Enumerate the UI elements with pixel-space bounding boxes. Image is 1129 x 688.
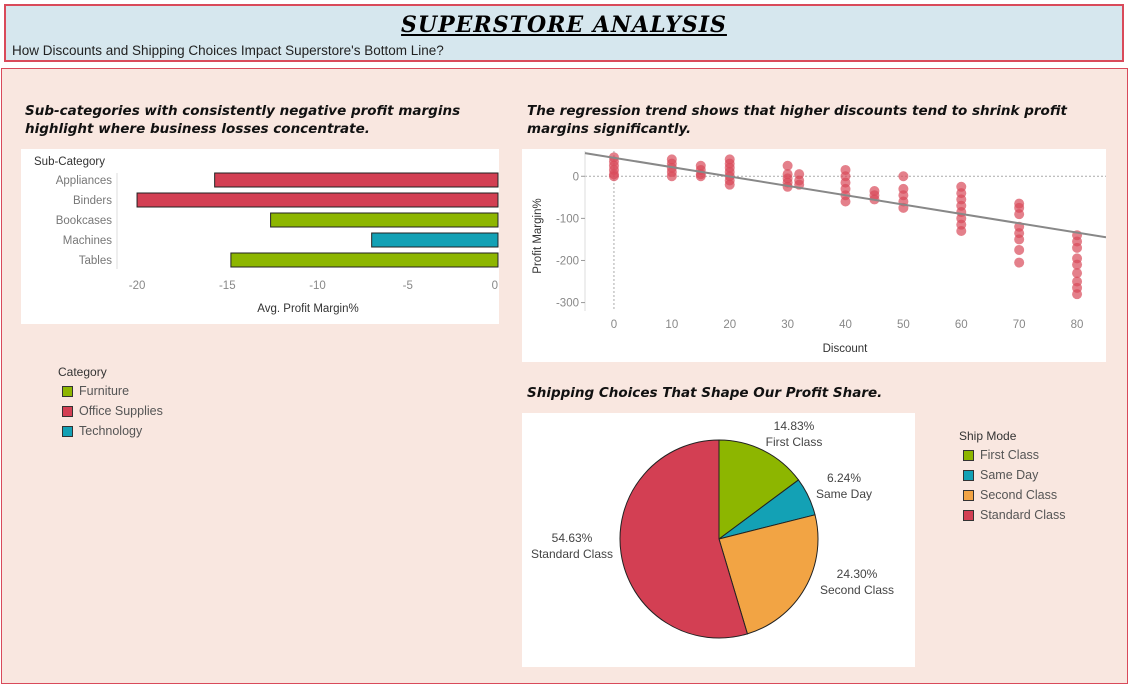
scatter-point bbox=[1014, 234, 1025, 245]
dashboard-header: SUPERSTORE ANALYSIS How Discounts and Sh… bbox=[4, 4, 1124, 62]
scatter-point bbox=[1014, 257, 1025, 268]
scatter-chart-caption: The regression trend shows that higher d… bbox=[527, 103, 1067, 137]
bar-x-axis-label: Avg. Profit Margin% bbox=[257, 303, 358, 315]
category-legend-title: Category bbox=[58, 365, 107, 379]
x-tick-label: 10 bbox=[665, 319, 678, 331]
bar-x-tick: -5 bbox=[403, 280, 413, 292]
bar-x-tick: -10 bbox=[309, 280, 326, 292]
pie-percent-label: 24.30% bbox=[837, 567, 878, 581]
shipmode-legend-label: Same Day bbox=[980, 468, 1039, 482]
shipmode-legend-title: Ship Mode bbox=[959, 429, 1017, 443]
category-legend-swatch bbox=[62, 425, 73, 437]
scatter-x-axis-label: Discount bbox=[823, 343, 869, 355]
y-tick-label: -300 bbox=[556, 298, 579, 310]
category-legend-item[interactable]: Furniture bbox=[62, 384, 129, 398]
bar-binders bbox=[136, 192, 499, 208]
scatter-y-axis-label: Profit Margin% bbox=[532, 198, 544, 273]
x-tick-label: 70 bbox=[1013, 319, 1026, 331]
shipmode-legend-swatch bbox=[963, 449, 974, 461]
shipmode-legend-label: Second Class bbox=[980, 488, 1058, 502]
x-tick-label: 20 bbox=[723, 319, 736, 331]
pie-percent-label: 6.24% bbox=[827, 471, 861, 485]
bar-x-tick: -15 bbox=[219, 280, 236, 292]
x-tick-label: 60 bbox=[955, 319, 968, 331]
bar-category-label: Tables bbox=[79, 255, 112, 267]
pie-category-label: Same Day bbox=[816, 487, 872, 501]
scatter-point bbox=[1072, 242, 1083, 253]
scatter-point bbox=[666, 171, 677, 182]
bar-category-label: Machines bbox=[63, 235, 112, 247]
scatter-chart-panel: 0 -100 -200 -300 0 10 20 30 40 50 60 70 80 Profit Mar… bbox=[522, 149, 1107, 362]
x-tick-label: 0 bbox=[611, 319, 617, 331]
category-legend-item[interactable]: Technology bbox=[62, 424, 142, 438]
pie-chart-caption: Shipping Choices That Shape Our Profit S… bbox=[527, 385, 883, 401]
scatter-point bbox=[608, 171, 619, 182]
shipmode-legend-item[interactable]: Same Day bbox=[963, 468, 1038, 482]
bar-machines bbox=[371, 232, 499, 248]
x-tick-label: 80 bbox=[1071, 319, 1084, 331]
scatter-chart: 0 -100 -200 -300 0 10 20 30 40 50 60 70 80 Profit Mar… bbox=[532, 151, 1107, 355]
shipmode-legend-swatch bbox=[963, 509, 974, 521]
scatter-point bbox=[956, 226, 967, 236]
category-legend-swatch bbox=[62, 385, 73, 397]
scatter-point bbox=[898, 171, 909, 182]
pie-category-label: First Class bbox=[766, 435, 823, 449]
shipmode-legend-item[interactable]: First Class bbox=[963, 448, 1039, 462]
scatter-point bbox=[1014, 209, 1025, 220]
bar-chart: Sub-Category Appliances Binders Bookcases Ma… bbox=[34, 156, 499, 315]
category-legend-item[interactable]: Office Supplies bbox=[62, 404, 163, 418]
bar-tables bbox=[230, 252, 499, 268]
shipmode-legend-swatch bbox=[963, 469, 974, 481]
scatter-point bbox=[724, 179, 735, 190]
bar-chart-panel: Sub-Category Appliances Binders Bookcases Ma… bbox=[21, 149, 499, 324]
pie-percent-label: 14.83% bbox=[774, 419, 815, 433]
bar-chart-caption: Sub-categories with consistently negativ… bbox=[25, 103, 461, 137]
bar-x-tick: 0 bbox=[492, 280, 498, 292]
pie-chart-panel: 14.83% First Class 6.24% Same Day 24.30% Seco… bbox=[522, 413, 915, 667]
dashboard-subtitle: How Discounts and Shipping Choices Impac… bbox=[12, 43, 444, 58]
shipmode-legend-label: First Class bbox=[980, 448, 1040, 462]
row-header: Sub-Category bbox=[34, 156, 105, 168]
y-tick-label: 0 bbox=[573, 171, 579, 183]
pie-category-label: Second Class bbox=[820, 583, 894, 597]
x-tick-label: 40 bbox=[839, 319, 852, 331]
category-legend-swatch bbox=[62, 405, 73, 417]
pie-chart: 14.83% First Class 6.24% Same Day 24.30% Seco… bbox=[531, 419, 894, 639]
y-tick-label: -100 bbox=[556, 213, 579, 225]
bar-category-label: Bookcases bbox=[56, 215, 113, 227]
shipmode-legend-label: Standard Class bbox=[980, 508, 1066, 522]
scatter-point bbox=[1014, 244, 1025, 255]
shipmode-legend-swatch bbox=[963, 489, 974, 501]
bar-x-tick: -20 bbox=[129, 280, 146, 292]
y-tick-label: -200 bbox=[556, 255, 579, 267]
shipmode-legend-item[interactable]: Standard Class bbox=[963, 508, 1065, 522]
x-tick-label: 50 bbox=[897, 319, 910, 331]
pie-percent-label: 54.63% bbox=[552, 531, 593, 545]
bar-category-label: Appliances bbox=[56, 175, 113, 187]
category-legend-label: Office Supplies bbox=[79, 404, 163, 418]
dashboard-title: SUPERSTORE ANALYSIS bbox=[401, 12, 727, 38]
x-tick-label: 30 bbox=[781, 319, 794, 331]
category-legend-label: Technology bbox=[79, 424, 143, 438]
bar-bookcases bbox=[270, 212, 499, 228]
bar-appliances bbox=[214, 172, 499, 188]
category-legend-label: Furniture bbox=[79, 384, 130, 398]
bar-category-label: Binders bbox=[73, 195, 112, 207]
scatter-point bbox=[1072, 289, 1083, 300]
shipmode-legend-item[interactable]: Second Class bbox=[963, 488, 1057, 502]
pie-category-label: Standard Class bbox=[531, 547, 613, 561]
scatter-point bbox=[840, 196, 851, 207]
